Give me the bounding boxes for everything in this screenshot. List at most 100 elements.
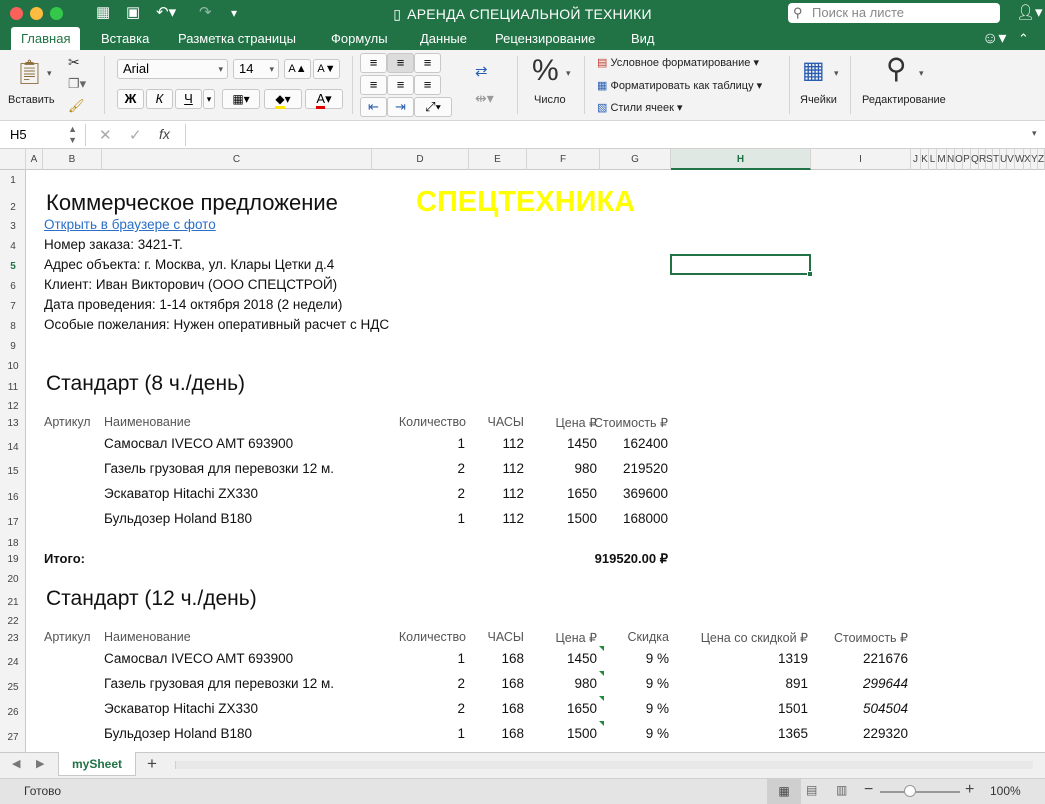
row-header[interactable]: 14: [0, 442, 26, 453]
column-header[interactable]: V: [1007, 149, 1015, 170]
order-number[interactable]: Номер заказа: 3421-Т.: [44, 237, 183, 252]
merge-cells-icon[interactable]: ⇹▾: [475, 90, 494, 107]
row-header[interactable]: 17: [0, 517, 26, 528]
item-cost[interactable]: 229320: [863, 726, 908, 741]
page-layout-view-icon[interactable]: ▤: [806, 783, 817, 797]
grow-font-button[interactable]: A▲: [284, 59, 311, 79]
total-label[interactable]: Итого:: [44, 551, 85, 566]
item-name[interactable]: Эскаватор Hitachi ZX330: [104, 701, 258, 716]
sheet-title[interactable]: Коммерческое предложение: [46, 190, 338, 216]
cells-label[interactable]: Ячейки: [800, 94, 837, 106]
item-price[interactable]: 1450: [567, 436, 597, 451]
client-name[interactable]: Клиент: Иван Викторович (ООО СПЕЦСТРОЙ): [44, 277, 337, 292]
column-header[interactable]: Z: [1038, 149, 1045, 170]
active-cell-h5[interactable]: [670, 254, 811, 275]
item-discount[interactable]: 9 %: [646, 726, 669, 741]
font-size-select[interactable]: 14 ▾: [233, 59, 279, 79]
column-header[interactable]: T: [993, 149, 1000, 170]
brand-banner[interactable]: СПЕЦТЕХНИКА: [416, 186, 635, 219]
item-hours[interactable]: 168: [501, 676, 524, 691]
item-price[interactable]: 1650: [567, 701, 597, 716]
item-quantity[interactable]: 1: [457, 436, 465, 451]
row-header[interactable]: 19: [0, 554, 26, 565]
next-sheet-icon[interactable]: ▶: [36, 757, 44, 770]
item-cost[interactable]: 221676: [863, 651, 908, 666]
item-quantity[interactable]: 2: [457, 486, 465, 501]
item-cost[interactable]: 369600: [623, 486, 668, 501]
header-article[interactable]: Артикул: [44, 630, 91, 644]
event-dates[interactable]: Дата проведения: 1-14 октября 2018 (2 не…: [44, 297, 342, 312]
shrink-font-button[interactable]: A▼: [313, 59, 340, 79]
row-header[interactable]: 27: [0, 732, 26, 743]
column-header[interactable]: I: [811, 149, 911, 170]
row-header[interactable]: 18: [0, 538, 26, 549]
column-header[interactable]: U: [1000, 149, 1007, 170]
item-hours[interactable]: 112: [502, 436, 524, 451]
zoom-out-icon[interactable]: −: [864, 781, 873, 799]
borders-button[interactable]: ▦▾: [222, 89, 260, 109]
column-header[interactable]: A: [26, 149, 43, 170]
item-discounted-price[interactable]: 891: [785, 676, 808, 691]
item-name[interactable]: Газель грузовая для перевозки 12 м.: [104, 676, 334, 691]
percent-icon[interactable]: %: [532, 54, 559, 88]
row-header[interactable]: 7: [0, 301, 26, 312]
cell-styles-button[interactable]: ▧ Стили ячеек ▾: [597, 101, 683, 114]
cells-dropdown-icon[interactable]: ▾: [834, 68, 839, 79]
align-left-button[interactable]: ≡: [360, 75, 387, 95]
header-name[interactable]: Наименование: [104, 630, 191, 644]
item-cost[interactable]: 168000: [623, 511, 668, 526]
number-format-label[interactable]: Число: [534, 94, 566, 106]
wrap-text-icon[interactable]: ⇄: [475, 62, 488, 80]
sheet-search-input[interactable]: ⚲ Поиск на листе: [788, 3, 1000, 23]
column-header[interactable]: D: [372, 149, 469, 170]
item-name[interactable]: Бульдозер Holand B180: [104, 726, 252, 741]
collapse-ribbon-icon[interactable]: ⌃: [1018, 27, 1029, 50]
item-name[interactable]: Бульдозер Holand B180: [104, 511, 252, 526]
row-header[interactable]: 12: [0, 401, 26, 412]
item-quantity[interactable]: 2: [457, 676, 465, 691]
header-cost[interactable]: Стоимость ₽: [834, 630, 908, 645]
confirm-entry-icon[interactable]: ✓: [129, 126, 142, 144]
row-header[interactable]: 21: [0, 597, 26, 608]
underline-button[interactable]: Ч: [175, 89, 202, 109]
row-header[interactable]: 9: [0, 341, 26, 352]
format-painter-icon[interactable]: 🖌︎: [68, 98, 85, 114]
item-discount[interactable]: 9 %: [646, 676, 669, 691]
page-break-view-icon[interactable]: ▥: [836, 783, 847, 797]
item-price[interactable]: 980: [574, 676, 597, 691]
editing-dropdown-icon[interactable]: ▾: [919, 68, 924, 79]
copy-icon[interactable]: ❐▾: [68, 76, 86, 92]
item-discounted-price[interactable]: 1501: [778, 701, 808, 716]
item-name[interactable]: Самосвал IVECO AMT 693900: [104, 651, 293, 666]
decrease-indent-button[interactable]: ⇤: [360, 97, 387, 117]
select-all-corner[interactable]: [0, 149, 26, 170]
name-box[interactable]: H5 ▲ ▼: [4, 124, 86, 146]
paste-dropdown-icon[interactable]: ▾: [47, 68, 52, 79]
header-discounted-price[interactable]: Цена со скидкой ₽: [701, 630, 808, 645]
header-discount[interactable]: Скидка: [628, 630, 669, 644]
insert-function-icon[interactable]: fx: [159, 126, 170, 142]
item-name[interactable]: Газель грузовая для перевозки 12 м.: [104, 461, 334, 476]
conditional-formatting-button[interactable]: ▤ Условное форматирование ▾: [597, 56, 759, 69]
row-header[interactable]: 13: [0, 418, 26, 429]
paste-button-label[interactable]: Вставить: [8, 94, 55, 106]
column-header[interactable]: Q: [971, 149, 979, 170]
item-discount[interactable]: 9 %: [646, 701, 669, 716]
item-discounted-price[interactable]: 1365: [778, 726, 808, 741]
header-quantity[interactable]: Количество: [399, 630, 466, 644]
header-price[interactable]: Цена ₽: [556, 630, 597, 645]
column-header[interactable]: G: [600, 149, 671, 170]
item-price[interactable]: 1450: [567, 651, 597, 666]
align-center-button[interactable]: ≡: [387, 75, 414, 95]
row-header[interactable]: 1: [0, 175, 26, 186]
item-price[interactable]: 980: [574, 461, 597, 476]
row-header[interactable]: 11: [0, 382, 26, 393]
item-price[interactable]: 1650: [567, 486, 597, 501]
column-header[interactable]: R: [979, 149, 986, 170]
add-sheet-button[interactable]: +: [147, 754, 157, 774]
row-header[interactable]: 6: [0, 281, 26, 292]
item-quantity[interactable]: 1: [457, 511, 465, 526]
item-quantity[interactable]: 1: [457, 726, 465, 741]
column-header[interactable]: B: [43, 149, 102, 170]
orientation-button[interactable]: ⤢▾: [414, 97, 452, 117]
